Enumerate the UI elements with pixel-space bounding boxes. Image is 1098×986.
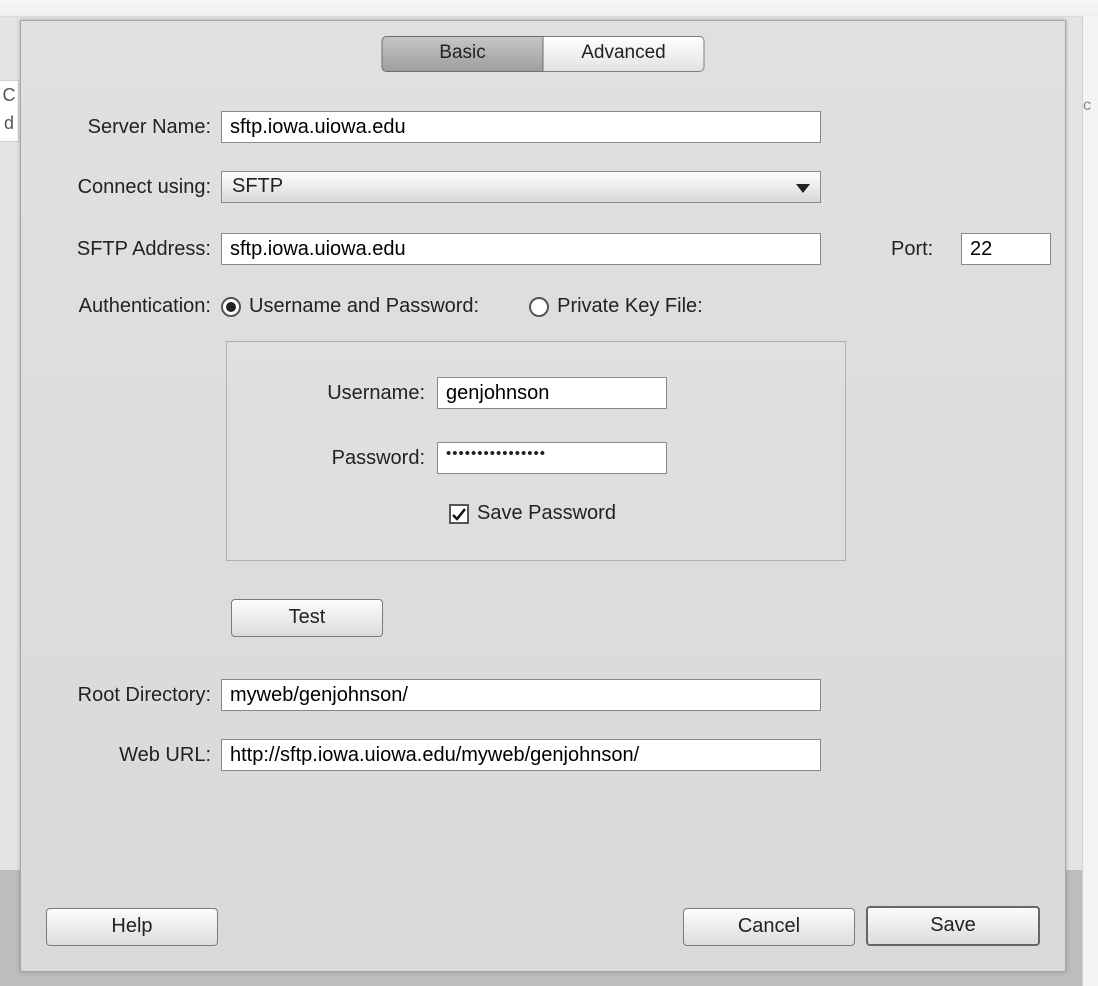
background-left-strip: Cd	[0, 80, 19, 142]
sftp-address-label: SFTP Address:	[21, 238, 221, 261]
radio-username-password[interactable]	[221, 297, 241, 317]
dialog-button-bar: Help Cancel Save	[21, 891, 1065, 971]
web-url-label: Web URL:	[21, 744, 221, 767]
port-input[interactable]	[961, 233, 1051, 265]
radio-private-key-file[interactable]	[529, 297, 549, 317]
connect-using-label: Connect using:	[21, 176, 221, 199]
save-button[interactable]: Save	[866, 906, 1040, 946]
server-settings-panel: Basic Advanced Server Name: Connect usin…	[20, 20, 1066, 972]
test-button[interactable]: Test	[231, 599, 383, 637]
save-password-label: Save Password	[477, 502, 616, 525]
radio-username-password-label: Username and Password:	[249, 295, 479, 318]
username-label: Username:	[227, 382, 437, 405]
tab-basic[interactable]: Basic	[382, 36, 544, 72]
root-directory-label: Root Directory:	[21, 684, 221, 707]
view-segmented-control: Basic Advanced	[382, 36, 705, 72]
connect-using-select[interactable]: SFTP	[221, 171, 821, 203]
help-button[interactable]: Help	[46, 908, 218, 946]
radio-private-key-file-label: Private Key File:	[557, 295, 703, 318]
modal-titlebar	[0, 0, 1098, 17]
port-label: Port:	[891, 238, 933, 261]
credentials-group: Username: Password: •••••••••••••••• Sav…	[226, 341, 846, 561]
password-input[interactable]: ••••••••••••••••	[437, 442, 667, 474]
tab-advanced[interactable]: Advanced	[544, 36, 705, 72]
chevron-down-icon	[796, 184, 810, 193]
checkmark-icon	[451, 506, 467, 522]
root-directory-input[interactable]	[221, 679, 821, 711]
web-url-input[interactable]	[221, 739, 821, 771]
server-name-input[interactable]	[221, 111, 821, 143]
connect-using-value: SFTP	[232, 175, 283, 197]
sftp-address-input[interactable]	[221, 233, 821, 265]
cancel-button[interactable]: Cancel	[683, 908, 855, 946]
background-right-column: c	[1082, 16, 1098, 986]
server-name-label: Server Name:	[21, 116, 221, 139]
username-input[interactable]	[437, 377, 667, 409]
authentication-label: Authentication:	[21, 295, 221, 318]
save-password-checkbox[interactable]	[449, 504, 469, 524]
password-label: Password:	[227, 447, 437, 470]
